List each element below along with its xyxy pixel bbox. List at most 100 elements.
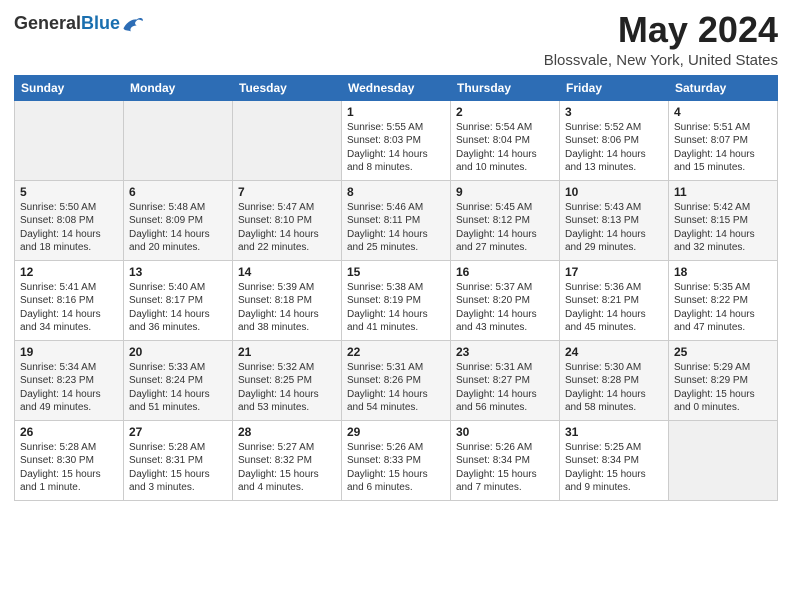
day-number: 9: [456, 185, 554, 199]
calendar-week-row: 1 Sunrise: 5:55 AMSunset: 8:03 PMDaylight…: [15, 100, 778, 180]
calendar-cell: 10 Sunrise: 5:43 AMSunset: 8:13 PMDayligh…: [560, 180, 669, 260]
calendar-cell: 18 Sunrise: 5:35 AMSunset: 8:22 PMDayligh…: [669, 260, 778, 340]
calendar-subtitle: Blossvale, New York, United States: [544, 52, 778, 69]
calendar-cell: 31 Sunrise: 5:25 AMSunset: 8:34 PMDayligh…: [560, 420, 669, 500]
day-number: 8: [347, 185, 445, 199]
header-row: Sunday Monday Tuesday Wednesday Thursday…: [15, 75, 778, 100]
col-tuesday: Tuesday: [233, 75, 342, 100]
calendar-cell: 2 Sunrise: 5:54 AMSunset: 8:04 PMDaylight…: [451, 100, 560, 180]
calendar-title: May 2024: [544, 10, 778, 50]
calendar-table: Sunday Monday Tuesday Wednesday Thursday…: [14, 75, 778, 501]
day-number: 17: [565, 265, 663, 279]
day-number: 13: [129, 265, 227, 279]
calendar-cell: 26Sunrise: 5:28 AMSunset: 8:30 PMDayligh…: [15, 420, 124, 500]
day-info: Sunrise: 5:40 AMSunset: 8:17 PMDaylight:…: [129, 281, 227, 335]
day-number: 10: [565, 185, 663, 199]
calendar-header: Sunday Monday Tuesday Wednesday Thursday…: [15, 75, 778, 100]
col-monday: Monday: [124, 75, 233, 100]
day-number: 22: [347, 345, 445, 359]
day-info: Sunrise: 5:45 AMSunset: 8:12 PMDaylight:…: [456, 201, 554, 255]
day-info: Sunrise: 5:30 AMSunset: 8:28 PMDaylight:…: [565, 361, 663, 415]
calendar-cell: 3 Sunrise: 5:52 AMSunset: 8:06 PMDaylight…: [560, 100, 669, 180]
day-info: Sunrise: 5:33 AMSunset: 8:24 PMDaylight:…: [129, 361, 227, 415]
logo-blue: Blue: [81, 13, 120, 33]
calendar-cell: 22 Sunrise: 5:31 AMSunset: 8:26 PMDayligh…: [342, 340, 451, 420]
day-info: Sunrise: 5:52 AMSunset: 8:06 PMDaylight:…: [565, 121, 663, 175]
day-info: Sunrise: 5:35 AMSunset: 8:22 PMDaylight:…: [674, 281, 772, 335]
calendar-cell: [233, 100, 342, 180]
day-number: 28: [238, 425, 336, 439]
day-number: 12: [20, 265, 118, 279]
day-info: Sunrise: 5:29 AMSunset: 8:29 PMDaylight:…: [674, 361, 772, 415]
calendar-cell: 19 Sunrise: 5:34 AMSunset: 8:23 PMDayligh…: [15, 340, 124, 420]
calendar-cell: 16Sunrise: 5:37 AMSunset: 8:20 PMDayligh…: [451, 260, 560, 340]
calendar-cell: 12 Sunrise: 5:41 AMSunset: 8:16 PMDayligh…: [15, 260, 124, 340]
day-info: Sunrise: 5:26 AMSunset: 8:34 PMDaylight:…: [456, 441, 554, 495]
calendar-cell: 28 Sunrise: 5:27 AMSunset: 8:32 PMDayligh…: [233, 420, 342, 500]
day-number: 15: [347, 265, 445, 279]
day-info: Sunrise: 5:42 AMSunset: 8:15 PMDaylight:…: [674, 201, 772, 255]
day-info: Sunrise: 5:25 AMSunset: 8:34 PMDaylight:…: [565, 441, 663, 495]
col-saturday: Saturday: [669, 75, 778, 100]
day-info: Sunrise: 5:51 AMSunset: 8:07 PMDaylight:…: [674, 121, 772, 175]
calendar-cell: 25Sunrise: 5:29 AMSunset: 8:29 PMDayligh…: [669, 340, 778, 420]
day-number: 27: [129, 425, 227, 439]
calendar-cell: 17 Sunrise: 5:36 AMSunset: 8:21 PMDayligh…: [560, 260, 669, 340]
calendar-cell: 24 Sunrise: 5:30 AMSunset: 8:28 PMDayligh…: [560, 340, 669, 420]
col-thursday: Thursday: [451, 75, 560, 100]
day-number: 18: [674, 265, 772, 279]
day-info: Sunrise: 5:37 AMSunset: 8:20 PMDaylight:…: [456, 281, 554, 335]
calendar-cell: 7 Sunrise: 5:47 AMSunset: 8:10 PMDaylight…: [233, 180, 342, 260]
calendar-cell: 6Sunrise: 5:48 AMSunset: 8:09 PMDaylight…: [124, 180, 233, 260]
col-wednesday: Wednesday: [342, 75, 451, 100]
day-number: 14: [238, 265, 336, 279]
day-number: 2: [456, 105, 554, 119]
calendar-cell: 9 Sunrise: 5:45 AMSunset: 8:12 PMDaylight…: [451, 180, 560, 260]
day-info: Sunrise: 5:36 AMSunset: 8:21 PMDaylight:…: [565, 281, 663, 335]
logo-general: General: [14, 13, 81, 33]
calendar-cell: [124, 100, 233, 180]
day-info: Sunrise: 5:31 AMSunset: 8:26 PMDaylight:…: [347, 361, 445, 415]
day-info: Sunrise: 5:27 AMSunset: 8:32 PMDaylight:…: [238, 441, 336, 495]
header: GeneralBlue May 2024 Blossvale, New York…: [14, 10, 778, 69]
day-info: Sunrise: 5:32 AMSunset: 8:25 PMDaylight:…: [238, 361, 336, 415]
day-info: Sunrise: 5:34 AMSunset: 8:23 PMDaylight:…: [20, 361, 118, 415]
calendar-cell: 4Sunrise: 5:51 AMSunset: 8:07 PMDaylight…: [669, 100, 778, 180]
calendar-cell: 1 Sunrise: 5:55 AMSunset: 8:03 PMDaylight…: [342, 100, 451, 180]
day-number: 24: [565, 345, 663, 359]
day-info: Sunrise: 5:43 AMSunset: 8:13 PMDaylight:…: [565, 201, 663, 255]
col-friday: Friday: [560, 75, 669, 100]
day-info: Sunrise: 5:39 AMSunset: 8:18 PMDaylight:…: [238, 281, 336, 335]
calendar-cell: 29Sunrise: 5:26 AMSunset: 8:33 PMDayligh…: [342, 420, 451, 500]
day-number: 3: [565, 105, 663, 119]
page: GeneralBlue May 2024 Blossvale, New York…: [0, 0, 792, 612]
day-number: 20: [129, 345, 227, 359]
day-info: Sunrise: 5:41 AMSunset: 8:16 PMDaylight:…: [20, 281, 118, 335]
day-info: Sunrise: 5:38 AMSunset: 8:19 PMDaylight:…: [347, 281, 445, 335]
calendar-cell: 14 Sunrise: 5:39 AMSunset: 8:18 PMDayligh…: [233, 260, 342, 340]
calendar-cell: 30 Sunrise: 5:26 AMSunset: 8:34 PMDayligh…: [451, 420, 560, 500]
calendar-body: 1 Sunrise: 5:55 AMSunset: 8:03 PMDaylight…: [15, 100, 778, 500]
day-info: Sunrise: 5:46 AMSunset: 8:11 PMDaylight:…: [347, 201, 445, 255]
day-number: 26: [20, 425, 118, 439]
day-number: 11: [674, 185, 772, 199]
calendar-cell: 20 Sunrise: 5:33 AMSunset: 8:24 PMDayligh…: [124, 340, 233, 420]
day-info: Sunrise: 5:26 AMSunset: 8:33 PMDaylight:…: [347, 441, 445, 495]
day-info: Sunrise: 5:28 AMSunset: 8:31 PMDaylight:…: [129, 441, 227, 495]
day-info: Sunrise: 5:54 AMSunset: 8:04 PMDaylight:…: [456, 121, 554, 175]
calendar-cell: [669, 420, 778, 500]
calendar-week-row: 19 Sunrise: 5:34 AMSunset: 8:23 PMDayligh…: [15, 340, 778, 420]
day-number: 21: [238, 345, 336, 359]
col-sunday: Sunday: [15, 75, 124, 100]
day-number: 31: [565, 425, 663, 439]
calendar-cell: 21 Sunrise: 5:32 AMSunset: 8:25 PMDayligh…: [233, 340, 342, 420]
calendar-week-row: 12 Sunrise: 5:41 AMSunset: 8:16 PMDayligh…: [15, 260, 778, 340]
day-info: Sunrise: 5:47 AMSunset: 8:10 PMDaylight:…: [238, 201, 336, 255]
day-number: 19: [20, 345, 118, 359]
day-number: 30: [456, 425, 554, 439]
logo-bird-icon: [122, 15, 144, 33]
day-number: 5: [20, 185, 118, 199]
day-info: Sunrise: 5:55 AMSunset: 8:03 PMDaylight:…: [347, 121, 445, 175]
day-number: 1: [347, 105, 445, 119]
day-number: 7: [238, 185, 336, 199]
